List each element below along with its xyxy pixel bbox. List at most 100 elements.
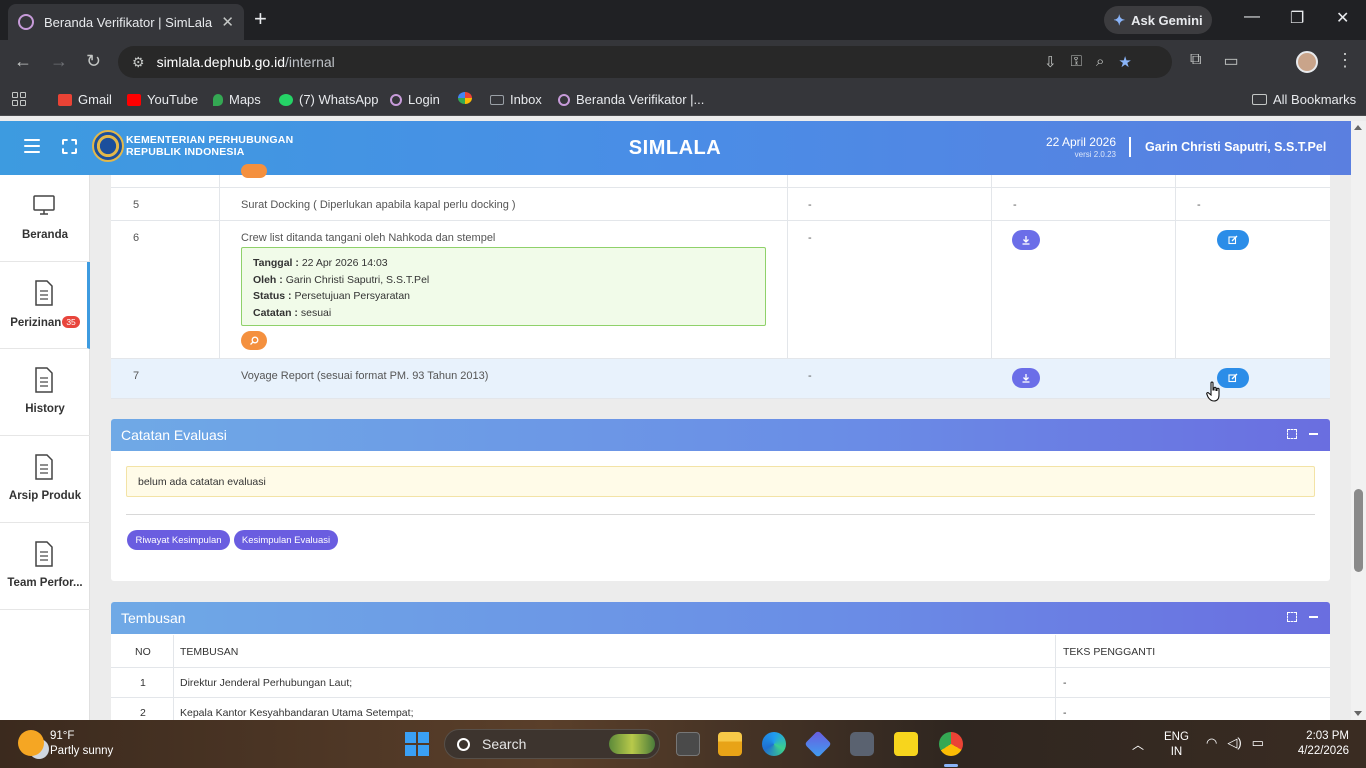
ask-gemini-label: Ask Gemini: [1131, 12, 1203, 28]
tab-close-icon[interactable]: ✕: [221, 13, 234, 31]
battery-icon[interactable]: ▭: [1252, 735, 1264, 751]
riwayat-kesimpulan-button[interactable]: Riwayat Kesimpulan: [127, 530, 230, 550]
hamburger-menu-icon[interactable]: [24, 139, 40, 153]
url-host: simlala.dephub.go.id: [156, 54, 285, 70]
reload-icon[interactable]: ↻: [86, 51, 101, 72]
new-tab-button[interactable]: +: [254, 8, 267, 30]
apps-grid-icon[interactable]: [12, 92, 26, 106]
forward-arrow-icon[interactable]: →: [50, 51, 68, 72]
verification-info-box: Tanggal : 22 Apr 2026 14:03 Oleh : Garin…: [241, 247, 766, 326]
wifi-icon[interactable]: ◠: [1206, 735, 1217, 751]
bookmark-beranda[interactable]: Beranda Verifikator |...: [558, 92, 704, 107]
bookmark-pinwheel[interactable]: [458, 92, 478, 104]
expand-icon[interactable]: [1287, 429, 1297, 439]
sidebar-item-perizinan[interactable]: Perizinan 35: [0, 262, 90, 349]
cell-value: -: [1197, 199, 1201, 211]
chrome-icon[interactable]: [939, 732, 963, 756]
system-clock[interactable]: 2:03 PM 4/22/2026: [1283, 729, 1349, 759]
weather-sun-cloud-icon[interactable]: [18, 730, 44, 756]
requirement-name: Surat Docking ( Diperlukan apabila kapal…: [241, 199, 516, 211]
site-info-icon[interactable]: ⚙: [132, 54, 145, 71]
bookmark-inbox[interactable]: Inbox: [490, 92, 542, 107]
search-highlight-image: [609, 734, 655, 754]
language-code: ENG: [1164, 731, 1189, 743]
password-key-icon[interactable]: ⚿: [1071, 53, 1082, 71]
edge-browser-icon[interactable]: [762, 732, 786, 756]
collapse-icon[interactable]: [1309, 616, 1318, 618]
panel-tools: [1287, 611, 1318, 622]
keyboard-layout: IN: [1170, 746, 1183, 758]
panel-title: Tembusan: [121, 610, 186, 626]
app-header: KEMENTERIAN PERHUBUNGAN REPUBLIK INDONES…: [0, 121, 1351, 175]
download-button[interactable]: [1012, 230, 1040, 250]
task-view-icon[interactable]: [676, 732, 700, 756]
extensions-puzzle-icon[interactable]: ⧉: [1190, 51, 1201, 71]
fullscreen-icon[interactable]: [62, 139, 77, 154]
edit-button[interactable]: [1217, 230, 1249, 250]
bookmark-maps[interactable]: Maps: [213, 92, 261, 107]
restore-icon[interactable]: ❐: [1290, 8, 1304, 28]
view-detail-button[interactable]: [241, 164, 267, 178]
install-app-icon[interactable]: ⇩: [1044, 53, 1057, 71]
address-bar[interactable]: ⚙ simlala.dephub.go.id/internal: [118, 46, 1172, 78]
sidebar-item-history[interactable]: History: [0, 349, 90, 436]
tab-search-icon[interactable]: ▭: [1223, 51, 1238, 71]
browser-tabbar: Beranda Verifikator | SimLala ✕ + ✦ Ask …: [0, 0, 1366, 40]
sticky-notes-icon[interactable]: [894, 732, 918, 756]
sidebar: Beranda Perizinan 35 History Arsip Produ…: [0, 175, 90, 720]
sidebar-item-team-performance[interactable]: Team Perfor...: [0, 523, 90, 610]
collapse-icon[interactable]: [1309, 433, 1318, 435]
profile-avatar[interactable]: [1296, 51, 1318, 73]
scrollbar-thumb[interactable]: [1354, 489, 1363, 572]
weather-temperature: 91°F: [50, 730, 75, 742]
zoom-icon[interactable]: ⌕: [1096, 53, 1104, 71]
scroll-up-arrow-icon[interactable]: [1354, 125, 1362, 130]
requirements-table: 5 Surat Docking ( Diperlukan apabila kap…: [111, 164, 1330, 402]
back-arrow-icon[interactable]: ←: [14, 51, 32, 72]
bookmark-whatsapp[interactable]: (7) WhatsApp: [279, 92, 378, 107]
scroll-down-arrow-icon[interactable]: [1354, 711, 1362, 716]
tembusan-text: Kepala Kantor Kesyahbandaran Utama Setem…: [180, 707, 414, 719]
minimize-icon[interactable]: —: [1244, 8, 1260, 26]
panel-tools: [1287, 428, 1318, 439]
download-button[interactable]: [1012, 368, 1040, 388]
bookmark-star-icon[interactable]: ★: [1118, 53, 1131, 71]
file-explorer-icon[interactable]: [718, 732, 742, 756]
all-bookmarks-button[interactable]: All Bookmarks: [1252, 92, 1356, 107]
page-scrollbar[interactable]: [1351, 121, 1366, 720]
bookmark-label: Beranda Verifikator |...: [576, 92, 705, 107]
bookmark-youtube[interactable]: YouTube: [127, 92, 198, 107]
camera-icon[interactable]: [850, 732, 874, 756]
address-bar-actions: ⇩ ⚿ ⌕ ★: [1044, 53, 1132, 71]
bookmark-login[interactable]: Login: [390, 92, 440, 107]
ask-gemini-button[interactable]: ✦ Ask Gemini: [1104, 6, 1212, 34]
show-hidden-icons-icon[interactable]: ︿: [1132, 736, 1144, 753]
windows-start-icon[interactable]: [405, 732, 429, 756]
expand-icon[interactable]: [1287, 612, 1297, 622]
user-name[interactable]: Garin Christi Saputri, S.S.T.Pel: [1145, 140, 1326, 154]
view-detail-button[interactable]: [241, 331, 267, 350]
maps-pin-icon: [213, 93, 223, 106]
browser-menu-icon[interactable]: ⋮: [1336, 50, 1354, 71]
volume-icon[interactable]: ◁): [1227, 735, 1241, 751]
window-close-icon[interactable]: ✕: [1336, 8, 1349, 28]
sidebar-item-beranda[interactable]: Beranda: [0, 175, 90, 262]
browser-tab-active[interactable]: Beranda Verifikator | SimLala ✕: [8, 4, 244, 40]
monitor-icon: [33, 195, 55, 215]
language-indicator[interactable]: ENG IN: [1164, 730, 1189, 760]
copilot-icon[interactable]: [804, 730, 832, 758]
panel-header: Catatan Evaluasi: [111, 419, 1330, 451]
bookmark-gmail[interactable]: Gmail: [58, 92, 112, 107]
taskbar-search[interactable]: Search: [444, 729, 660, 759]
ministry-line-2: REPUBLIK INDONESIA: [126, 146, 245, 158]
sidebar-item-label: Perizinan: [10, 317, 62, 329]
requirement-name: Crew list ditanda tangani oleh Nahkoda d…: [241, 232, 496, 244]
simlala-favicon-icon: [558, 93, 570, 106]
kesimpulan-evaluasi-button[interactable]: Kesimpulan Evaluasi: [234, 530, 338, 550]
sidebar-item-arsip-produk[interactable]: Arsip Produk: [0, 436, 90, 523]
info-oleh: Oleh : Garin Christi Saputri, S.S.T.Pel: [253, 272, 754, 289]
teks-pengganti: -: [1063, 677, 1067, 689]
gmail-icon: [58, 93, 72, 106]
teks-pengganti: -: [1063, 707, 1067, 719]
sidebar-item-label: History: [25, 403, 65, 415]
